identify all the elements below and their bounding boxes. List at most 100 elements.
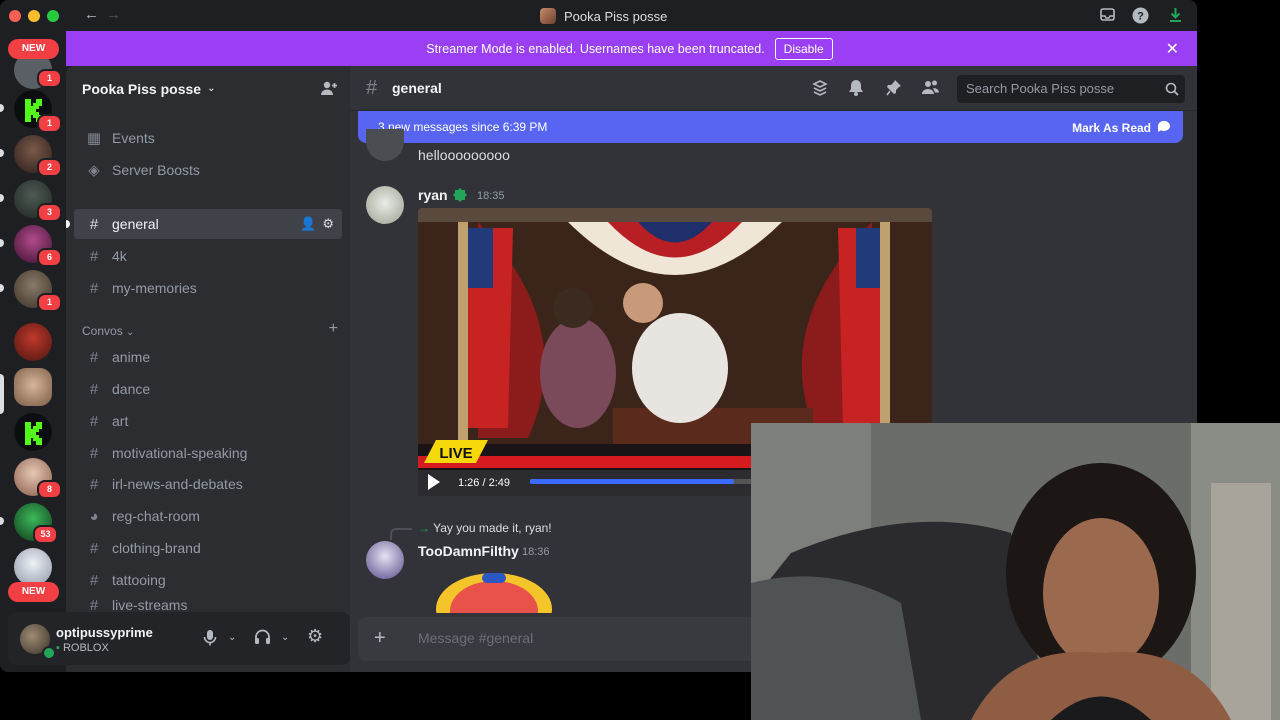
title-bar: ← → Pooka Piss posse ? (0, 0, 1197, 31)
mention-badge: 2 (37, 158, 62, 177)
activity-text: ROBLOX (62, 642, 109, 654)
disable-streamer-mode-button[interactable]: Disable (774, 37, 833, 60)
gear-icon[interactable]: ⚙ (307, 626, 323, 647)
sticker-image (432, 571, 556, 613)
streamer-mode-text: Streamer Mode is enabled. Usernames have… (426, 41, 765, 56)
message-text: hellooooooooo (418, 147, 510, 163)
sidebar-item-events[interactable]: ▦ Events (74, 123, 342, 153)
category-convos[interactable]: Convos ⌄ (82, 324, 134, 338)
channel-clothing-brand[interactable]: # clothing-brand (74, 533, 342, 563)
channel-tattooing[interactable]: # tattooing (74, 565, 342, 595)
server-icon-active[interactable] (14, 368, 52, 406)
webcam-feed-image (751, 423, 1280, 720)
close-banner-icon[interactable]: ✕ (1166, 39, 1179, 59)
minimize-window-button[interactable] (28, 10, 40, 22)
message-avatar[interactable] (366, 541, 404, 579)
attach-plus-icon[interactable]: + (374, 627, 386, 650)
unread-indicator (0, 284, 4, 292)
channel-motivational-speaking[interactable]: # motivational-speaking (74, 438, 342, 468)
channel-name: my-memories (112, 280, 197, 296)
channel-irl-news-and-debates[interactable]: # irl-news-and-debates (74, 469, 342, 499)
channel-name: tattooing (112, 572, 166, 588)
invite-people-icon[interactable] (320, 80, 338, 100)
message-author[interactable]: ryan (418, 187, 448, 203)
member-list-icon[interactable] (922, 79, 940, 100)
new-unread-pill[interactable]: NEW (8, 39, 59, 59)
unread-indicator (66, 220, 70, 228)
channel-general[interactable]: # general 👤 ⚙ (66, 209, 342, 239)
invite-icon[interactable]: 👤 (300, 216, 316, 232)
unread-indicator (0, 104, 4, 112)
svg-text:?: ? (1137, 11, 1144, 23)
forum-icon: ◕ (89, 507, 99, 525)
maximize-window-button[interactable] (47, 10, 59, 22)
sidebar-item-server-boosts[interactable]: ◈ Server Boosts (74, 155, 342, 185)
mention-badge: 1 (37, 69, 62, 88)
server-icon[interactable] (14, 323, 52, 361)
server-icon[interactable] (14, 548, 52, 586)
message-author[interactable]: TooDamnFilthy (418, 543, 519, 559)
hash-icon: # (89, 539, 99, 557)
hash-icon: # (89, 412, 99, 430)
user-activity: ▪ ROBLOX (56, 642, 109, 654)
channel-4k[interactable]: # 4k (74, 241, 342, 271)
server-header[interactable]: Pooka Piss posse ⌄ (66, 66, 350, 111)
webcam-overlay (751, 423, 1280, 720)
unread-indicator (0, 194, 4, 202)
channel-name: art (112, 413, 129, 429)
back-arrow-icon[interactable]: ← (84, 6, 99, 23)
microphone-icon[interactable] (203, 629, 217, 651)
unread-indicator (0, 149, 4, 157)
pin-icon[interactable] (886, 79, 902, 101)
unread-indicator (0, 517, 4, 525)
message-timestamp: 18:36 (522, 546, 550, 558)
chevron-down-icon: ⌄ (207, 83, 216, 94)
unread-indicator (0, 239, 4, 247)
username[interactable]: optipussyprime (56, 625, 153, 640)
chevron-down-icon[interactable]: ⌄ (281, 632, 289, 643)
message-input[interactable]: Message #general (418, 630, 533, 646)
channel-dance[interactable]: # dance (74, 374, 342, 404)
server-name: Pooka Piss posse (82, 80, 202, 97)
new-messages-bar[interactable]: 3 new messages since 6:39 PM Mark As Rea… (358, 111, 1183, 143)
threads-icon[interactable] (811, 79, 829, 102)
mention-badge: 8 (37, 480, 62, 499)
hash-icon: # (89, 279, 99, 297)
hash-icon: # (89, 571, 99, 589)
mark-as-read-button[interactable]: Mark As Read (1072, 120, 1171, 136)
hash-icon: # (89, 475, 99, 493)
selected-server-indicator (0, 374, 4, 414)
forward-arrow-icon[interactable]: → (106, 6, 121, 23)
message-avatar[interactable] (366, 186, 404, 224)
channel-live-streams[interactable]: # live-streams (74, 597, 342, 613)
reply-preview[interactable]: → Yay you made it, ryan! (418, 521, 552, 535)
gear-icon[interactable]: ⚙ (322, 216, 334, 232)
close-window-button[interactable] (9, 10, 21, 22)
mention-badge: 53 (33, 525, 58, 544)
search-input[interactable]: Search Pooka Piss posse (957, 75, 1185, 103)
inbox-icon[interactable] (1099, 7, 1116, 24)
channel-reg-chat-room[interactable]: ◕ reg-chat-room (74, 501, 342, 531)
channel-art[interactable]: # art (74, 406, 342, 436)
channel-my-memories[interactable]: # my-memories (74, 273, 342, 303)
game-controller-icon: ▪ (56, 642, 60, 654)
add-channel-icon[interactable]: + (329, 320, 338, 338)
mention-badge: 1 (37, 293, 62, 312)
chevron-down-icon[interactable]: ⌄ (228, 632, 236, 643)
headphones-icon[interactable] (254, 629, 271, 650)
bell-icon[interactable] (848, 79, 864, 101)
channel-name: irl-news-and-debates (112, 476, 243, 492)
message-avatar[interactable] (366, 129, 404, 161)
hash-icon: # (89, 247, 99, 265)
channel-name: 4k (112, 248, 127, 264)
download-icon[interactable] (1167, 7, 1184, 24)
server-icon-kick[interactable] (14, 413, 52, 451)
nitro-badge-icon (452, 187, 468, 208)
chevron-down-icon: ⌄ (126, 327, 135, 338)
category-label: Convos (82, 324, 123, 338)
sidebar-item-label: Events (112, 130, 155, 146)
help-icon[interactable]: ? (1132, 7, 1149, 24)
new-unread-pill[interactable]: NEW (8, 582, 59, 602)
hash-icon: # (89, 597, 99, 613)
channel-anime[interactable]: # anime (74, 342, 342, 372)
